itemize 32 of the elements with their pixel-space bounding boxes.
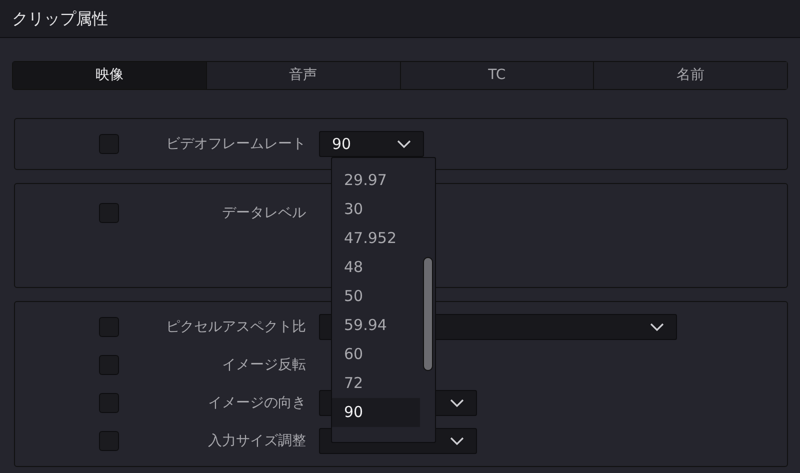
- scrollbar-thumb[interactable]: [423, 257, 433, 371]
- checkbox[interactable]: [99, 355, 119, 375]
- tab[interactable]: TC: [400, 62, 594, 89]
- tab[interactable]: 名前: [594, 62, 787, 89]
- field-label: イメージの向き: [207, 394, 307, 412]
- dropdown-option[interactable]: 50: [332, 282, 420, 311]
- checkbox[interactable]: [99, 317, 119, 337]
- dropdown-option[interactable]: 90: [332, 398, 420, 427]
- dropdown-option[interactable]: 30: [332, 195, 420, 224]
- chevron-down-icon: [450, 398, 464, 408]
- checkbox[interactable]: [99, 431, 119, 451]
- field-label: データレベル: [221, 204, 307, 222]
- tab[interactable]: 音声: [206, 62, 400, 89]
- tab[interactable]: 映像: [13, 62, 207, 89]
- dropdown-option[interactable]: 48: [332, 253, 420, 282]
- chevron-down-icon: [450, 436, 464, 446]
- dropdown-option[interactable]: 72: [332, 369, 420, 398]
- field-label: 入力サイズ調整: [207, 432, 307, 450]
- window-title: クリップ属性: [12, 8, 108, 30]
- checkbox[interactable]: [99, 203, 119, 223]
- dropdown-option[interactable]: 47.952: [332, 224, 420, 253]
- field-label: ピクセルアスペクト比: [165, 318, 307, 336]
- field-label: ビデオフレームレート: [165, 134, 307, 154]
- dropdown-option[interactable]: 60: [332, 340, 420, 369]
- checkbox[interactable]: [99, 134, 119, 154]
- dropdown[interactable]: 90: [319, 131, 424, 157]
- chevron-down-icon: [397, 140, 411, 148]
- field-label: イメージ反転: [221, 356, 307, 374]
- checkbox[interactable]: [99, 393, 119, 413]
- dropdown-option[interactable]: 29.97: [332, 166, 420, 195]
- dropdown-option[interactable]: 59.94: [332, 311, 420, 340]
- chevron-down-icon: [650, 322, 664, 332]
